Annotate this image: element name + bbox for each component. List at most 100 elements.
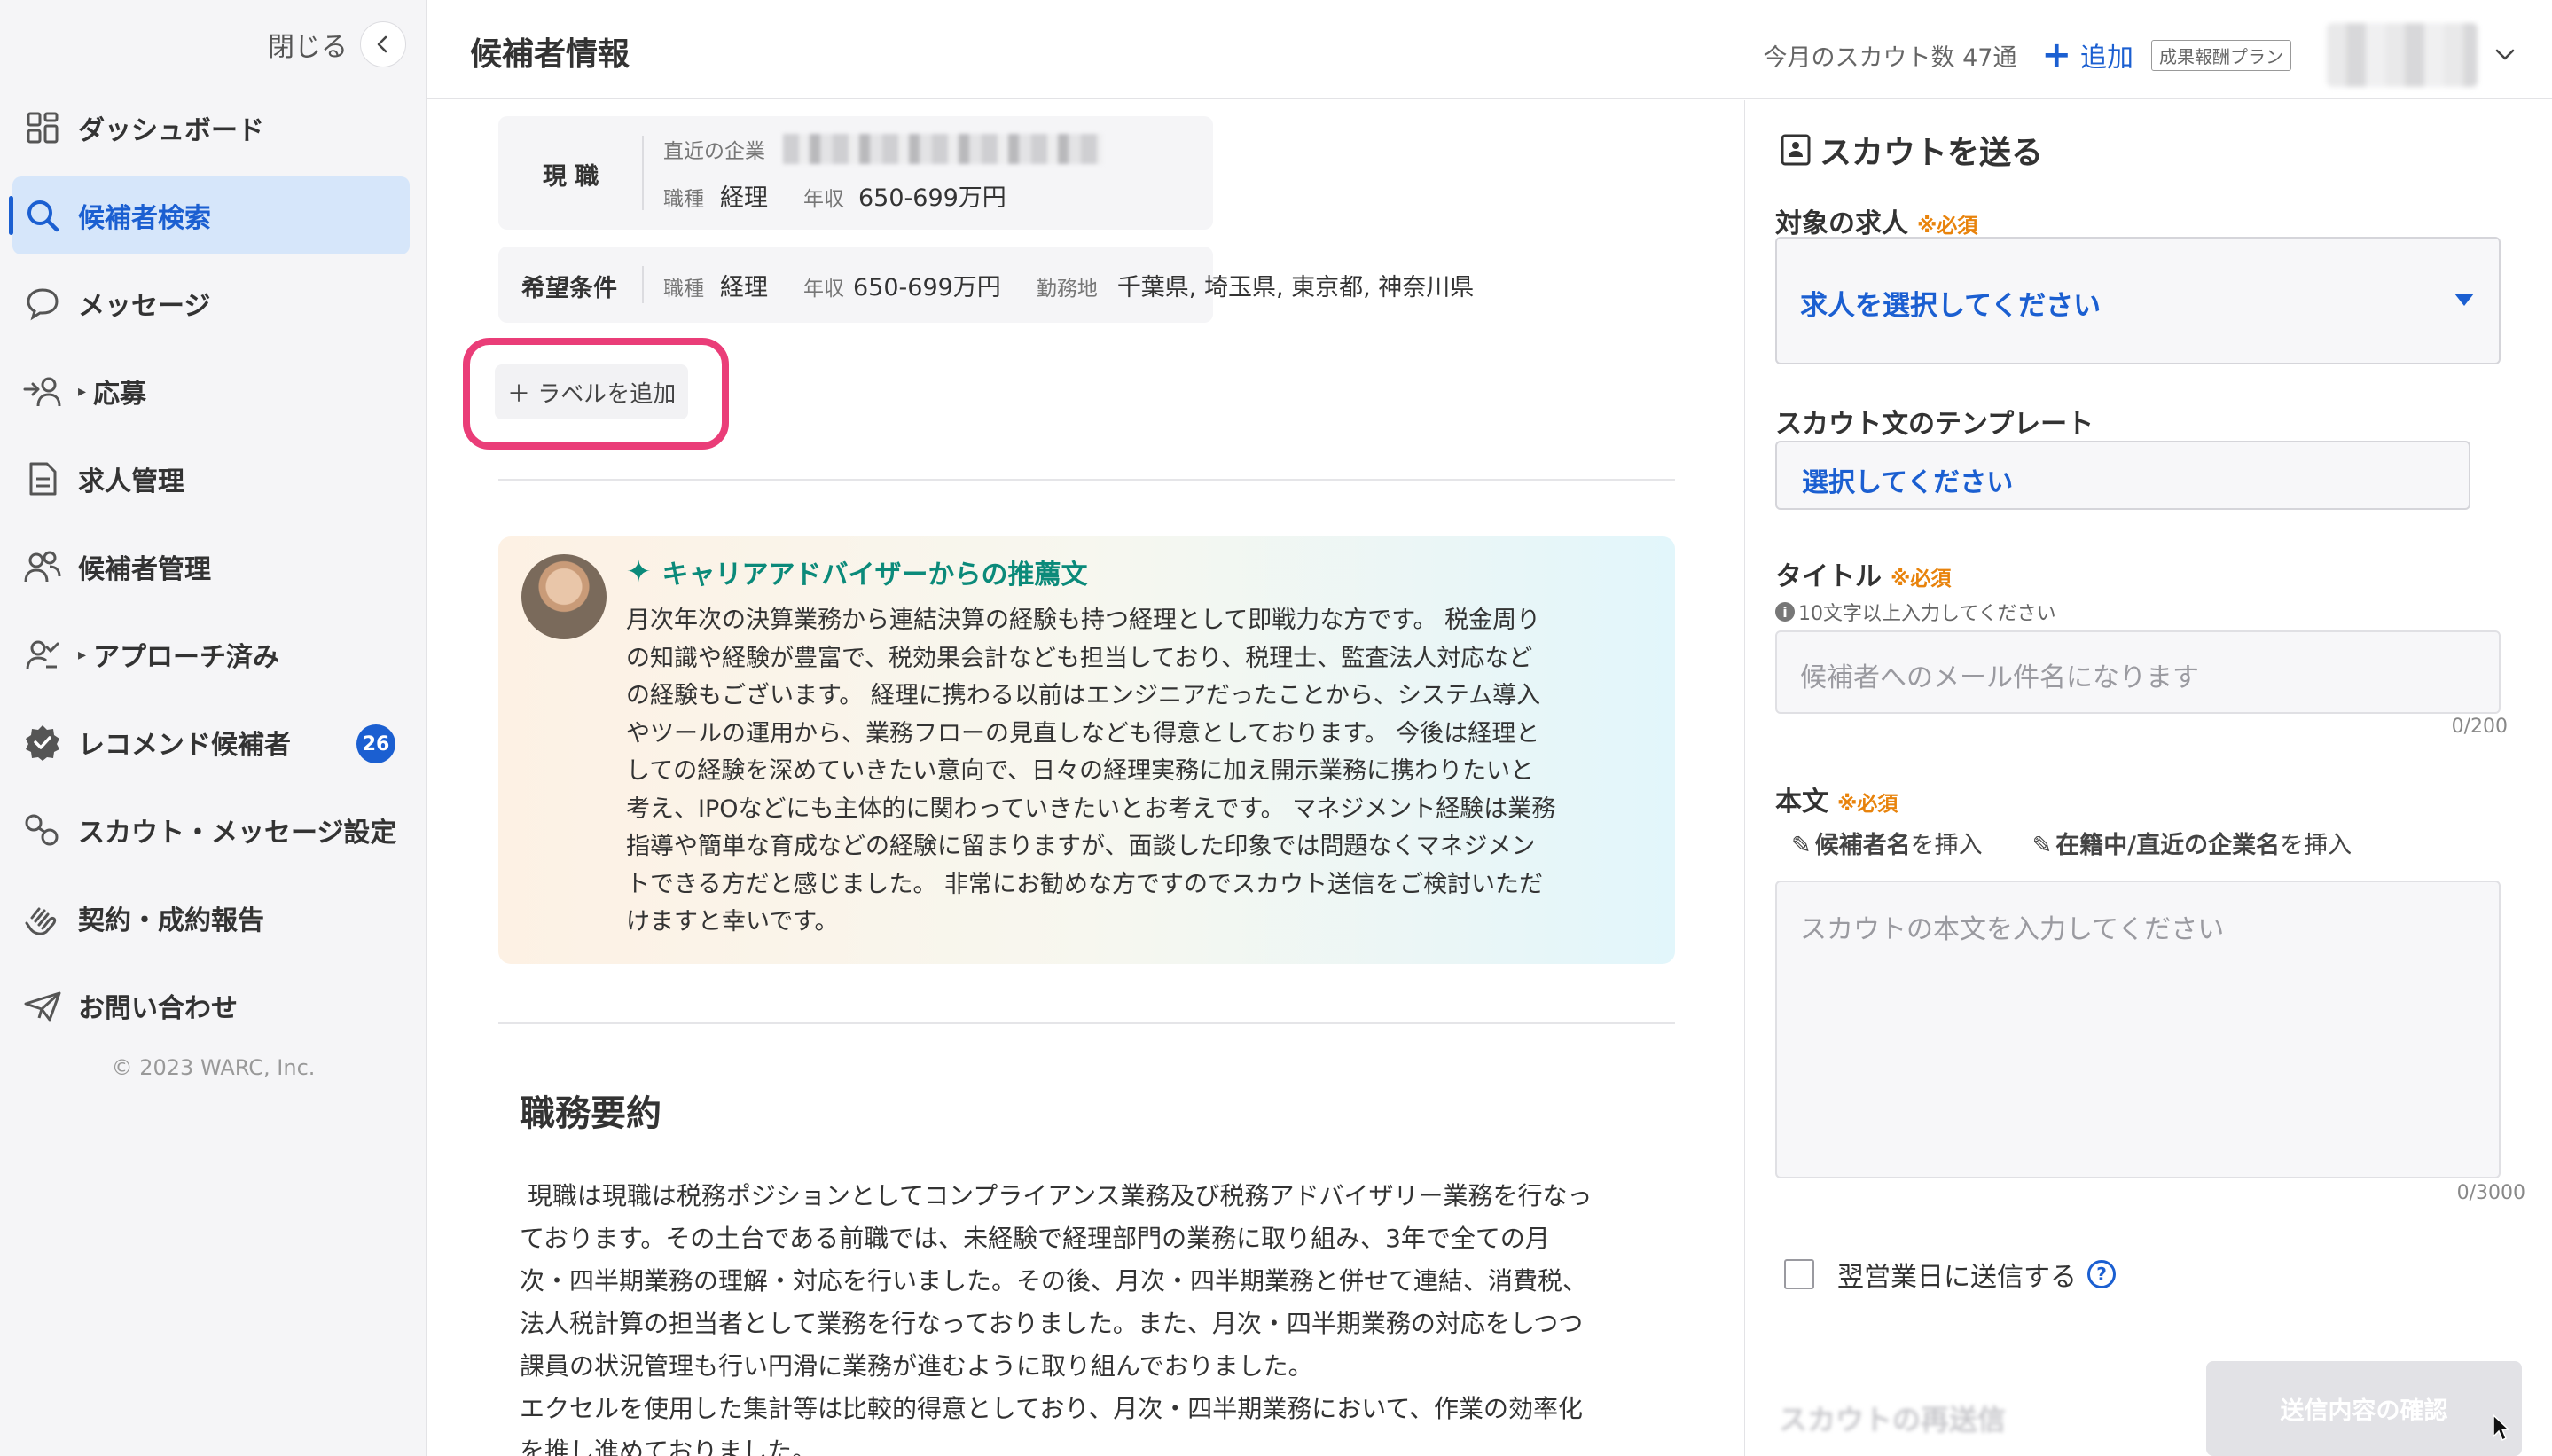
divider [642, 266, 644, 303]
scout-title-placeholder: 候補者へのメール件名になります [1800, 662, 2199, 693]
scout-panel-heading: スカウトを送る [1779, 127, 2043, 173]
summary-line: 次・四半期業務の理解・対応を行いました。その後、月次・四半期業務と併せて連結、消… [520, 1266, 1588, 1296]
search-icon [23, 196, 62, 235]
current-job-heading: 現 職 [543, 163, 599, 191]
summary-line: 現職は現職は税務ポジションとしてコンプライアンス業務及び税務アドバイザリー業務を… [520, 1181, 1593, 1210]
recommendation-line: 月次年次の決算業務から連結決算の経験も持つ経理として即戦力な方です。 税金周り [626, 607, 1541, 634]
desired-income-label: 年収 [803, 278, 844, 301]
sidebar-item-candidate-search[interactable]: 候補者検索 [9, 176, 410, 254]
title-hint-text: 10文字以上入力してください [1798, 603, 2056, 625]
target-job-select-value: 求人を選択してください [1800, 290, 2102, 322]
sidebar-item-messages[interactable]: メッセージ [12, 264, 410, 342]
sidebar-item-dashboard[interactable]: ダッシュボード [12, 89, 410, 167]
add-label-button[interactable]: ＋ ラベルを追加 [495, 364, 689, 419]
sidebar-item-label: ダッシュボード [78, 115, 264, 146]
add-scout-button[interactable]: + 追加 [2041, 35, 2133, 74]
sidebar-collapse-button[interactable] [360, 21, 406, 67]
recommendation-line: けますと幸いです。 [626, 908, 839, 935]
chevron-down-icon[interactable] [2493, 43, 2517, 67]
recommendation-line: トできる方だと感じました。 非常にお勧めな方ですのでスカウト送信をご検討いただ [626, 870, 1544, 898]
insert-company-name-button[interactable]: ✎ 在籍中/直近の企業名を挿入 [2032, 826, 2352, 860]
sidebar-item-label: 候補者検索 [78, 203, 211, 234]
sidebar: 閉じる ダッシュボード 候補者検索 メッセージ ▸ 応募 求人管理 候補者管理 … [0, 0, 427, 1456]
add-scout-label: 追加 [2080, 43, 2133, 74]
contact-card-icon [1781, 134, 1811, 166]
header-actions: 今月のスカウト数 47通 + 追加 成果報酬プラン [1764, 23, 2517, 87]
target-job-select[interactable]: 求人を選択してください [1775, 237, 2501, 364]
insert-candidate-name-button[interactable]: ✎ 候補者名を挿入 [1791, 826, 1983, 860]
resend-section-title: スカウトの再送信 [1779, 1403, 2007, 1436]
section-divider [498, 1022, 1675, 1024]
body-char-counter: 0/3000 [2456, 1182, 2525, 1204]
recommendation-line: しての経験を深めていきたい意向で、日々の経理実務に加え開示業務に携わりたいと [626, 757, 1535, 785]
top-header: 候補者情報 今月のスカウト数 47通 + 追加 成果報酬プラン [427, 0, 2552, 99]
sidebar-item-recommended[interactable]: レコメンド候補者 26 [12, 703, 410, 781]
verified-badge-icon [23, 723, 62, 762]
candidate-detail: 現 職 直近の企業 職種 経理 年収 650-699万円 希望条件 職種 経理 … [427, 100, 1744, 1456]
desired-conditions-heading: 希望条件 [521, 275, 617, 302]
sidebar-item-label: レコメンド候補者 [78, 730, 291, 761]
sidebar-nav: ダッシュボード 候補者検索 メッセージ ▸ 応募 求人管理 候補者管理 ▸ アプ… [9, 89, 410, 1054]
mouse-cursor-icon [2493, 1413, 2509, 1442]
sidebar-item-label: 応募 [93, 379, 147, 410]
account-avatar[interactable] [2327, 23, 2478, 87]
body-label: 本文 [1775, 787, 1828, 818]
sidebar-item-label: スカウト・メッセージ設定 [78, 818, 397, 849]
recommendation-line: 考え、IPOなどにも主体的に関わっていきたいとお考えです。 マネジメント経験は業… [626, 795, 1556, 823]
paper-plane-icon [23, 986, 62, 1025]
sidebar-item-approached[interactable]: ▸ アプローチ済み [12, 615, 410, 693]
recent-company-label: 直近の企業 [663, 140, 765, 163]
desired-conditions-row: 職種 経理 年収 650-699万円 勤務地 千葉県, 埼玉県, 東京都, 神奈… [663, 268, 1474, 302]
scout-title-input[interactable]: 候補者へのメール件名になります [1775, 630, 2501, 714]
dropdown-triangle-icon [2454, 294, 2474, 306]
recent-company-name-redacted [783, 134, 1102, 164]
title-label-row: タイトル ※必須 [1775, 554, 1951, 593]
location-value: 千葉県, 埼玉県, 東京都, 神奈川県 [1116, 274, 1475, 301]
scout-panel-title: スカウトを送る [1820, 135, 2044, 171]
required-mark: ※必須 [1891, 568, 1952, 591]
sidebar-item-job-management[interactable]: 求人管理 [12, 440, 410, 518]
sidebar-item-applications[interactable]: ▸ 応募 [12, 352, 410, 430]
scout-body-textarea[interactable]: スカウトの本文を入力してください [1775, 881, 2501, 1178]
user-arrow-icon [23, 372, 62, 411]
pencil-icon: ✎ [2031, 832, 2053, 859]
job-type-label: 職種 [663, 188, 704, 211]
sidebar-close-row[interactable]: 閉じる [268, 21, 406, 67]
next-business-day-label[interactable]: 翌営業日に送信する [1837, 1255, 2077, 1294]
template-select-value: 選択してください [1802, 467, 2014, 498]
title-label: タイトル [1775, 561, 1882, 592]
next-business-day-checkbox[interactable] [1784, 1259, 1814, 1289]
sidebar-item-label: お問い合わせ [78, 993, 238, 1024]
template-select[interactable]: 選択してください [1775, 441, 2470, 510]
plan-badge: 成果報酬プラン [2151, 39, 2291, 71]
sidebar-item-contact[interactable]: お問い合わせ [12, 967, 410, 1045]
location-label: 勤務地 [1036, 278, 1098, 301]
user-check-icon [23, 635, 62, 674]
sidebar-close-label[interactable]: 閉じる [268, 25, 348, 64]
income-label: 年収 [803, 188, 844, 211]
document-icon [23, 459, 62, 498]
income-value: 650-699万円 [858, 184, 1006, 212]
sidebar-item-contract-report[interactable]: 契約・成約報告 [12, 879, 410, 957]
sidebar-item-candidate-management[interactable]: 候補者管理 [12, 528, 410, 606]
recent-company-row: 直近の企業 [663, 134, 1102, 164]
sidebar-item-scout-settings[interactable]: スカウト・メッセージ設定 [12, 791, 410, 869]
summary-line: 課員の状況管理も行い円滑に業務が進むように取り組んでおりました。 [520, 1351, 1313, 1381]
confirm-send-button[interactable]: 送信内容の確認 [2206, 1361, 2522, 1456]
sidebar-item-label: 候補者管理 [78, 554, 211, 585]
caret-right-icon: ▸ [78, 645, 87, 664]
template-label: スカウト文のテンプレート [1775, 409, 2094, 440]
recommendation-heading: ✦ キャリアアドバイザーからの推薦文 [626, 552, 1088, 591]
recommendation-line: の知識や経験が豊富で、税効果会計なども担当しており、税理士、監査法人対応など [626, 644, 1533, 672]
summary-line: ております。その土台である前職では、未経験で経理部門の業務に取り組み、3年で全て… [520, 1224, 1550, 1253]
settings-user-icon [23, 810, 62, 849]
help-icon[interactable]: ? [2087, 1260, 2116, 1288]
recommendation-line: の経験もございます。 経理に携わる以前はエンジニアだったことから、システム導入 [626, 682, 1541, 709]
page-title: 候補者情報 [470, 36, 630, 73]
section-divider [498, 479, 1675, 481]
target-job-label: 対象の求人 [1775, 208, 1908, 239]
current-job-box: 現 職 直近の企業 職種 経理 年収 650-699万円 [498, 116, 1213, 230]
sidebar-item-label: アプローチ済み [93, 642, 280, 673]
copyright: © 2023 WARC, Inc. [111, 1055, 316, 1080]
required-mark: ※必須 [1917, 215, 1978, 238]
